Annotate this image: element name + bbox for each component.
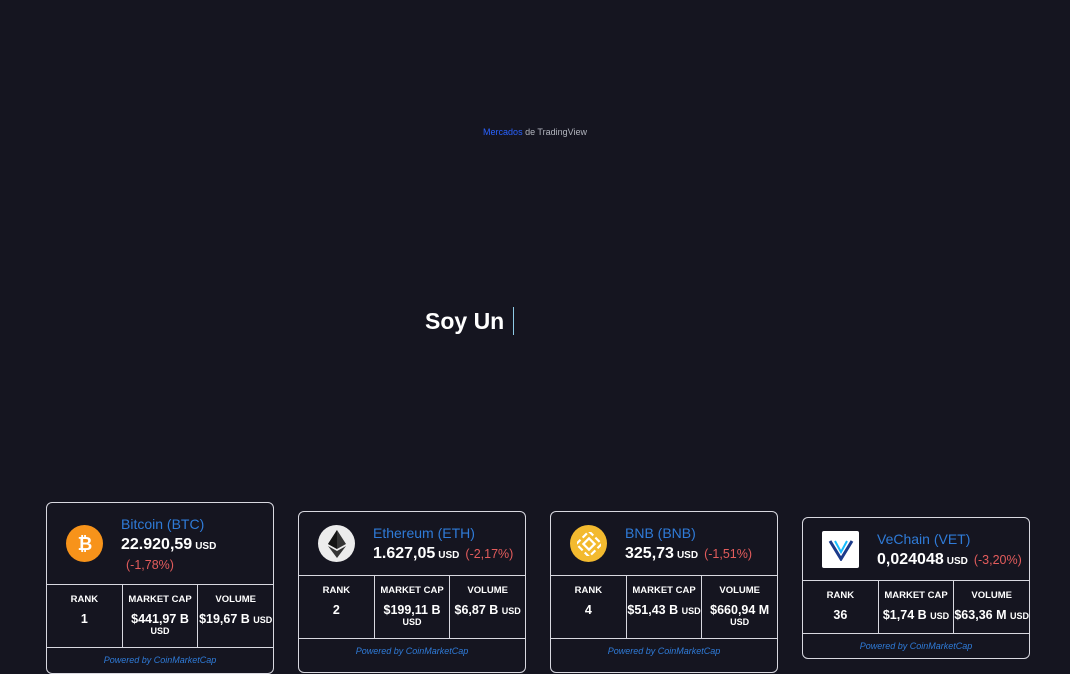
coin-price: 0,024048: [877, 551, 944, 568]
market-cap-unit: USD: [150, 626, 170, 636]
hero-typing-text: Soy Un: [425, 307, 515, 335]
volume-label: VOLUME: [467, 585, 508, 596]
price-change: (-1,78%): [126, 558, 174, 572]
coin-price: 325,73: [625, 545, 674, 562]
ethereum-icon: [318, 525, 355, 562]
volume-value: $19,67 B: [199, 612, 250, 626]
market-cap-label: MARKET CAP: [632, 585, 696, 596]
coin-name[interactable]: Bitcoin (BTC): [121, 516, 216, 532]
volume-label: VOLUME: [215, 594, 256, 605]
volume-unit: USD: [501, 606, 521, 616]
price-change: (-3,20%): [973, 553, 1022, 567]
rank-value: 4: [584, 603, 592, 617]
coin-name[interactable]: BNB (BNB): [625, 525, 752, 541]
price-currency: USD: [195, 541, 217, 552]
tradingview-markets-link[interactable]: Mercados: [483, 127, 523, 137]
volume-value: $6,87 B: [454, 603, 499, 617]
coin-card-ethereum: Ethereum (ETH) 1.627,05 USD (-2,17%) RANK 2…: [298, 511, 526, 673]
rank-value: 36: [833, 608, 848, 622]
market-cap-value: $1,74 B: [882, 608, 927, 622]
coin-price: 22.920,59: [121, 536, 193, 553]
volume-unit: USD: [730, 617, 750, 627]
coin-name[interactable]: Ethereum (ETH): [373, 525, 513, 541]
market-cap-label: MARKET CAP: [884, 590, 948, 601]
price-currency: USD: [946, 556, 968, 567]
bitcoin-icon: ₿: [66, 525, 103, 562]
coin-card-vechain: VeChain (VET) 0,024048 USD (-3,20%) RANK 36…: [802, 517, 1030, 659]
powered-by-link[interactable]: Powered by CoinMarketCap: [803, 633, 1029, 656]
rank-label: RANK: [70, 594, 99, 605]
price-currency: USD: [438, 550, 460, 561]
market-cap-unit: USD: [402, 617, 422, 627]
volume-unit: USD: [253, 615, 273, 625]
rank-value: 1: [80, 612, 88, 626]
coin-stats: RANK 2 MARKET CAP $199,11 B USD VOLUME $6,87…: [299, 575, 525, 638]
price-change: (-2,17%): [465, 547, 514, 561]
market-cap-value: $441,97 B: [131, 612, 189, 626]
powered-by-link[interactable]: Powered by CoinMarketCap: [551, 638, 777, 661]
volume-label: VOLUME: [719, 585, 760, 596]
volume-label: VOLUME: [971, 590, 1012, 601]
market-cap-unit: USD: [930, 611, 950, 621]
coin-card-bnb: BNB (BNB) 325,73 USD (-1,51%) RANK 4 MARKET…: [550, 511, 778, 673]
volume-value: $63,36 M: [954, 608, 1007, 622]
vechain-icon: [822, 531, 859, 568]
market-cap-label: MARKET CAP: [128, 594, 192, 605]
rank-label: RANK: [574, 585, 603, 596]
market-cap-value: $51,43 B: [627, 603, 679, 617]
price-change: (-1,51%): [704, 547, 752, 561]
typing-cursor: [513, 307, 515, 335]
coin-price: 1.627,05: [373, 545, 436, 562]
hero-text: Soy Un: [425, 307, 505, 334]
tradingview-attribution: Mercados de TradingView: [0, 127, 1070, 137]
market-cap-unit: USD: [681, 606, 701, 616]
volume-unit: USD: [1009, 611, 1029, 621]
rank-label: RANK: [826, 590, 855, 601]
powered-by-link[interactable]: Powered by CoinMarketCap: [299, 638, 525, 661]
svg-text:₿: ₿: [77, 534, 92, 554]
market-cap-value: $199,11 B: [383, 603, 441, 617]
coin-card-bitcoin: ₿ Bitcoin (BTC) 22.920,59 USD (-1,78%) RA…: [46, 502, 274, 674]
rank-label: RANK: [322, 585, 351, 596]
coin-stats: RANK 4 MARKET CAP $51,43 B USD VOLUME $660,…: [551, 575, 777, 638]
coin-stats: RANK 36 MARKET CAP $1,74 B USD VOLUME $63,3…: [803, 580, 1029, 633]
price-currency: USD: [676, 550, 699, 561]
market-cap-label: MARKET CAP: [380, 585, 444, 596]
volume-value: $660,94 M: [710, 603, 770, 617]
coin-stats: RANK 1 MARKET CAP $441,97 B USD VOLUME $19,6…: [47, 584, 273, 647]
bnb-icon: [570, 525, 607, 562]
coin-name[interactable]: VeChain (VET): [877, 531, 1022, 547]
rank-value: 2: [332, 603, 340, 617]
tradingview-suffix: de TradingView: [525, 127, 587, 137]
